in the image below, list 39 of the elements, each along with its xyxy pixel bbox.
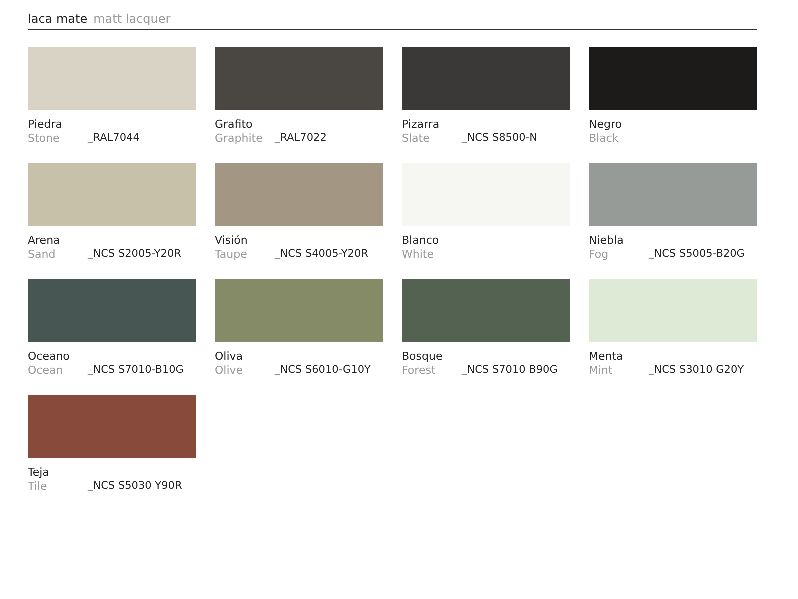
english-name: Olive xyxy=(215,364,244,377)
color-code: _NCS S6010-G10Y xyxy=(275,364,371,377)
color-code: _RAL7022 xyxy=(275,132,327,145)
color-code: _NCS S8500-N xyxy=(462,132,538,145)
color-name: Visión xyxy=(215,234,248,247)
section-title: laca mate xyxy=(28,12,88,26)
color-name: Niebla xyxy=(589,234,624,247)
color-name: Oliva xyxy=(215,350,244,363)
english-name: Slate xyxy=(402,132,431,145)
color-name: Piedra xyxy=(28,118,62,131)
color-code: _NCS S2005-Y20R xyxy=(88,248,182,261)
color-name: Bosque xyxy=(402,350,443,363)
english-name: Sand xyxy=(28,248,57,261)
color-code: _NCS S7010 B90G xyxy=(462,364,558,377)
english-name: White xyxy=(402,248,435,261)
color-code: _NCS S5030 Y90R xyxy=(88,480,182,493)
color-name: Blanco xyxy=(402,234,440,247)
color-code: _RAL7044 xyxy=(88,132,140,145)
color-name: Menta xyxy=(589,350,624,363)
color-code: _NCS S4005-Y20R xyxy=(275,248,368,261)
english-name: Mint xyxy=(589,364,614,377)
color-name: Negro xyxy=(589,118,622,131)
color-code: _NCS S3010 G20Y xyxy=(649,364,744,377)
color-name: Arena xyxy=(28,234,60,247)
english-name: Taupe xyxy=(215,248,248,261)
english-name: Forest xyxy=(402,364,437,377)
color-code: _NCS S5005-B20G xyxy=(649,248,745,261)
section-subtitle: matt lacquer xyxy=(94,12,171,26)
english-name: Stone xyxy=(28,132,61,145)
color-name: Grafito xyxy=(215,118,253,131)
color-name: Teja xyxy=(28,466,50,479)
color-code: _NCS S7010-B10G xyxy=(88,364,184,377)
english-name: Graphite xyxy=(215,132,264,145)
english-name: Fog xyxy=(589,248,610,261)
color-name: Oceano xyxy=(28,350,70,363)
english-name: Tile xyxy=(28,480,48,493)
english-name: Black xyxy=(589,132,620,145)
english-name: Ocean xyxy=(28,364,64,377)
color-name: Pizarra xyxy=(402,118,440,131)
